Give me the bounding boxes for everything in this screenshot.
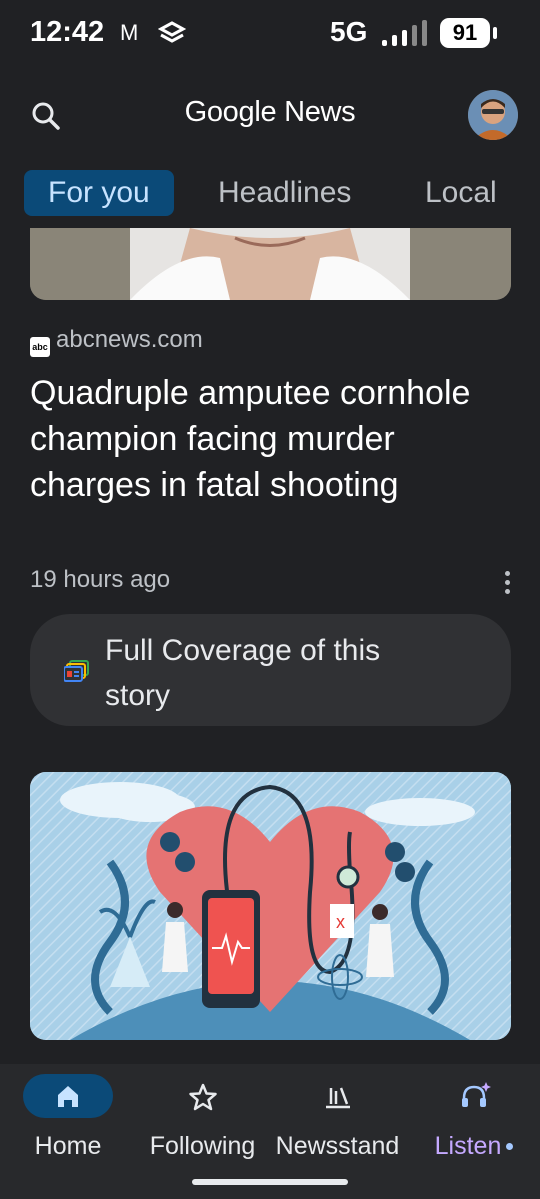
full-coverage-button[interactable]: Full Coverage of this story [30, 614, 511, 726]
article-image[interactable] [30, 228, 511, 300]
more-options-icon[interactable] [497, 568, 517, 602]
home-icon [58, 1086, 78, 1107]
nav-home-label: Home [34, 1132, 102, 1160]
bottom-navigation: Home Following Newsstand Listen [0, 1064, 540, 1199]
svg-text:x: x [336, 912, 345, 932]
nav-listen-pill [429, 1074, 519, 1118]
nav-newsstand[interactable]: Newsstand [270, 1074, 405, 1161]
status-time: 12:42 [30, 16, 105, 48]
nav-listen[interactable]: Listen [428, 1074, 520, 1161]
gesture-bar[interactable] [192, 1179, 348, 1185]
app-title: Google News [184, 96, 356, 128]
nav-newsstand-pill [293, 1074, 383, 1118]
new-indicator-dot [506, 1143, 514, 1150]
tab-headlines[interactable]: Headlines [218, 170, 351, 216]
abc-logo-icon: abc [30, 337, 50, 357]
nav-newsstand-label: Newsstand [275, 1132, 400, 1160]
newsstand-icon [325, 1087, 350, 1109]
article-photo [30, 228, 511, 300]
tab-for-you[interactable]: For you [24, 170, 174, 216]
signal-icon [382, 20, 427, 46]
article-headline[interactable]: Quadruple amputee cornhole champion faci… [30, 370, 500, 508]
nav-following[interactable]: Following [145, 1074, 260, 1161]
article-source[interactable]: abc abcnews.com [30, 326, 203, 357]
nav-home-pill [23, 1074, 113, 1118]
full-coverage-icon [64, 660, 89, 682]
nav-listen-label: Listen [428, 1132, 520, 1161]
status-bar: 12:42 M 5G 91 [0, 0, 540, 70]
star-icon [188, 1083, 217, 1111]
app-header: Google News [0, 70, 540, 160]
tab-local[interactable]: Local [425, 170, 497, 216]
listen-text: Listen [434, 1132, 502, 1160]
headphones-icon [462, 1082, 491, 1107]
network-type: 5G [330, 16, 368, 47]
avatar-image [468, 90, 518, 140]
battery-indicator: 91 [440, 18, 490, 48]
gmail-icon: M [120, 20, 139, 45]
wallet-icon [158, 21, 186, 43]
nav-following-pill [158, 1074, 248, 1118]
tab-bar: For you Headlines Local [0, 160, 540, 228]
full-coverage-label: Full Coverage of this story [105, 634, 381, 712]
medical-illustration: x [30, 772, 511, 1040]
nav-home[interactable]: Home [22, 1074, 114, 1161]
avatar[interactable] [468, 90, 518, 140]
article-time: 19 hours ago [30, 566, 171, 593]
article-illustration[interactable]: x [30, 772, 511, 1040]
source-name: abcnews.com [56, 326, 203, 353]
battery-cap [493, 27, 497, 39]
nav-following-label: Following [149, 1132, 256, 1160]
